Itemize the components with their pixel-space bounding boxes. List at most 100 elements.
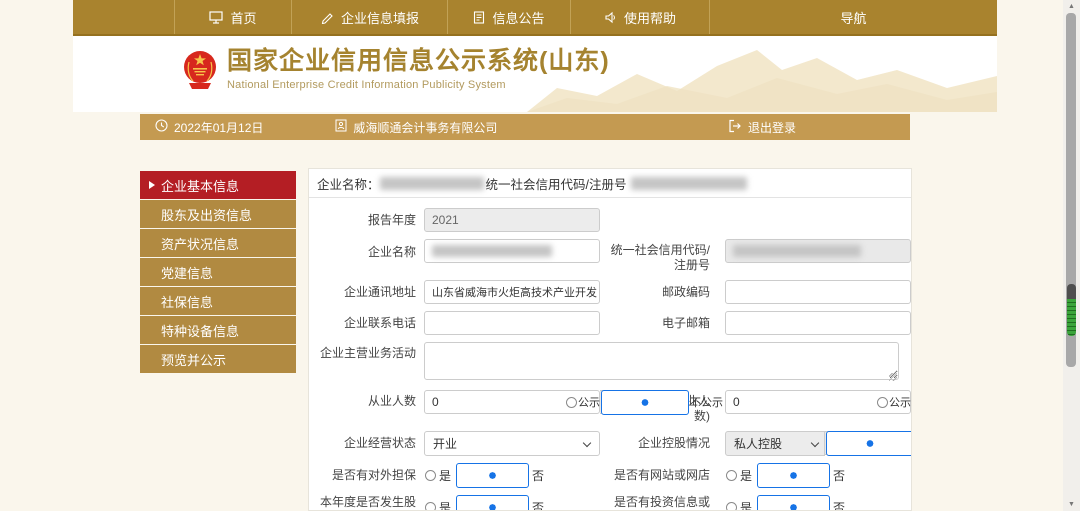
id-badge-icon (335, 119, 347, 135)
yes-radio[interactable] (425, 470, 436, 481)
report-year-label: 报告年度 (367, 212, 416, 227)
row-employees: 从业人数 公示不公示 (其中女性从业人数) 公示不公示 (309, 389, 911, 424)
investment-label: 是否有投资信息或购买其他公司股权 (613, 495, 710, 509)
redacted-company-name (379, 176, 484, 190)
sidebar-item-special-equipment[interactable]: 特种设备信息 (140, 316, 296, 344)
guarantee-yes-no-group: 是否 (424, 463, 544, 488)
business-label: 企业主营业务活动 (319, 346, 416, 360)
nav-item-announcements[interactable]: 信息公告 (448, 0, 571, 34)
address-input[interactable] (424, 280, 600, 304)
status-select[interactable]: 开业 (424, 431, 600, 456)
employees-label: 从业人数 (367, 394, 416, 408)
no-radio[interactable] (456, 463, 530, 488)
sidebar-item-shareholders[interactable]: 股东及出资信息 (140, 200, 296, 228)
address-label: 企业通讯地址 (343, 284, 416, 299)
company-name-input[interactable] (424, 239, 600, 263)
nav-item-report[interactable]: 企业信息填报 (292, 0, 448, 34)
redacted-value (432, 245, 552, 257)
company-name: 威海顺通会计事务有限公司 (353, 120, 498, 135)
holding-select[interactable]: 私人控股 (725, 431, 825, 456)
brand-text: 国家企业信用信息公示系统(山东) National Enterprise Cre… (227, 47, 610, 91)
email-input[interactable] (725, 311, 911, 335)
publish-radio[interactable] (566, 396, 577, 408)
company-name-field-label: 企业名称 (367, 245, 416, 259)
company-display: 威海顺通会计事务有限公司 (335, 119, 497, 136)
female-employees-publish-radio-group: 公示不公示 (877, 396, 911, 409)
yes-radio[interactable] (726, 470, 737, 481)
website-label: 是否有网站或网店 (613, 468, 710, 482)
company-name-label: 企业名称： (317, 177, 380, 192)
row-guarantee-website: 是否有对外担保 是否 是否有网站或网店 是否 (309, 463, 911, 488)
row-name-code: 企业名称 统一社会信用代码/注册号 (309, 239, 911, 273)
postcode-label: 邮政编码 (661, 284, 710, 299)
nav-item-navigation[interactable]: 导航 (710, 0, 997, 34)
row-report-year: 报告年度 (309, 208, 911, 232)
phone-input[interactable] (424, 311, 600, 335)
transfer-label: 本年度是否发生股东股权转让 (319, 495, 416, 509)
publish-radio[interactable] (877, 396, 888, 408)
website-yes-no-group: 是否 (725, 463, 845, 488)
scrollbar-green-indicator (1067, 284, 1076, 336)
investment-yes-no-group: 是否 (725, 495, 845, 510)
vertical-scrollbar[interactable]: ▲ ▼ (1063, 0, 1080, 511)
sidebar: 企业基本信息 股东及出资信息 资产状况信息 党建信息 社保信息 特种设备信息 预… (140, 171, 296, 374)
site-header: 国家企业信用信息公示系统(山东) National Enterprise Cre… (73, 36, 997, 112)
row-business-activity: 企业主营业务活动 (309, 342, 911, 383)
business-textarea[interactable] (424, 342, 899, 380)
annual-report-form: 报告年度 企业名称 统一社会信用代码/注册号 企业通讯地址 邮政编码 企业联系电… (309, 198, 911, 510)
nav-spacer (73, 0, 175, 34)
sidebar-item-basic-info[interactable]: 企业基本信息 (140, 171, 296, 199)
site-subtitle: National Enterprise Credit Information P… (227, 78, 506, 91)
employees-publish-radio-group: 公示 不公示 (566, 389, 723, 415)
holding-label: 企业控股情况 (637, 436, 710, 450)
credit-code-field-label: 统一社会信用代码/注册号 (610, 243, 710, 272)
credit-code-input[interactable] (725, 239, 911, 263)
transfer-yes-no-group: 是否 (424, 495, 544, 510)
status-label: 企业经营状态 (343, 436, 416, 450)
guarantee-label: 是否有对外担保 (331, 468, 416, 482)
no-radio[interactable] (757, 463, 831, 488)
no-radio[interactable] (456, 495, 530, 510)
logout-button[interactable]: 退出登录 (728, 119, 796, 136)
document-icon (473, 10, 485, 24)
row-transfer-investment: 本年度是否发生股东股权转让 是否 是否有投资信息或购买其他公司股权 是否 (309, 495, 911, 510)
email-label: 电子邮箱 (661, 315, 710, 330)
no-radio[interactable] (757, 495, 831, 510)
active-arrow-icon (149, 181, 155, 189)
yes-radio[interactable] (726, 502, 737, 510)
scroll-up-icon[interactable]: ▲ (1063, 3, 1080, 10)
postcode-input[interactable] (725, 280, 911, 304)
not-publish-radio[interactable] (601, 389, 689, 415)
national-emblem-logo (184, 51, 216, 90)
session-info-bar: 2022年01月12日 威海顺通会计事务有限公司 退出登录 (140, 114, 910, 140)
not-publish-radio[interactable] (826, 430, 911, 456)
date-display: 2022年01月12日 (155, 119, 263, 136)
logout-icon (728, 119, 742, 136)
monitor-icon (209, 10, 224, 24)
sidebar-item-assets[interactable]: 资产状况信息 (140, 229, 296, 257)
scroll-down-icon[interactable]: ▼ (1063, 501, 1080, 508)
chevron-down-icon (810, 438, 820, 448)
row-phone-email: 企业联系电话 电子邮箱 (309, 311, 911, 335)
nav-item-help[interactable]: 使用帮助 (571, 0, 710, 34)
chevron-down-icon (582, 438, 592, 448)
nav-label: 导航 (840, 10, 867, 26)
row-status-holding: 企业经营状态 开业 企业控股情况 私人控股 公示不公示 (309, 430, 911, 456)
yes-radio[interactable] (425, 502, 436, 510)
page: 首页 企业信息填报 信息公告 使用帮助 导航 国家企业信用信息公示系统(山东) … (0, 0, 1080, 511)
nav-label: 企业信息填报 (340, 10, 419, 26)
nav-item-home[interactable]: 首页 (175, 0, 292, 34)
nav-label: 使用帮助 (623, 10, 676, 26)
brand: 国家企业信用信息公示系统(山东) National Enterprise Cre… (183, 47, 610, 91)
redacted-value (733, 245, 861, 257)
nav-label: 信息公告 (492, 10, 545, 26)
sidebar-item-social-security[interactable]: 社保信息 (140, 287, 296, 315)
sidebar-item-party-building[interactable]: 党建信息 (140, 258, 296, 286)
sidebar-item-preview-publish[interactable]: 预览并公示 (140, 345, 296, 373)
phone-label: 企业联系电话 (343, 315, 416, 330)
report-year-input[interactable] (424, 208, 600, 232)
panel-header: 企业名称： 统一社会信用代码/注册号 (309, 169, 911, 198)
redacted-credit-code (630, 176, 747, 190)
site-title: 国家企业信用信息公示系统(山东) (227, 47, 610, 75)
date-text: 2022年01月12日 (174, 120, 264, 135)
